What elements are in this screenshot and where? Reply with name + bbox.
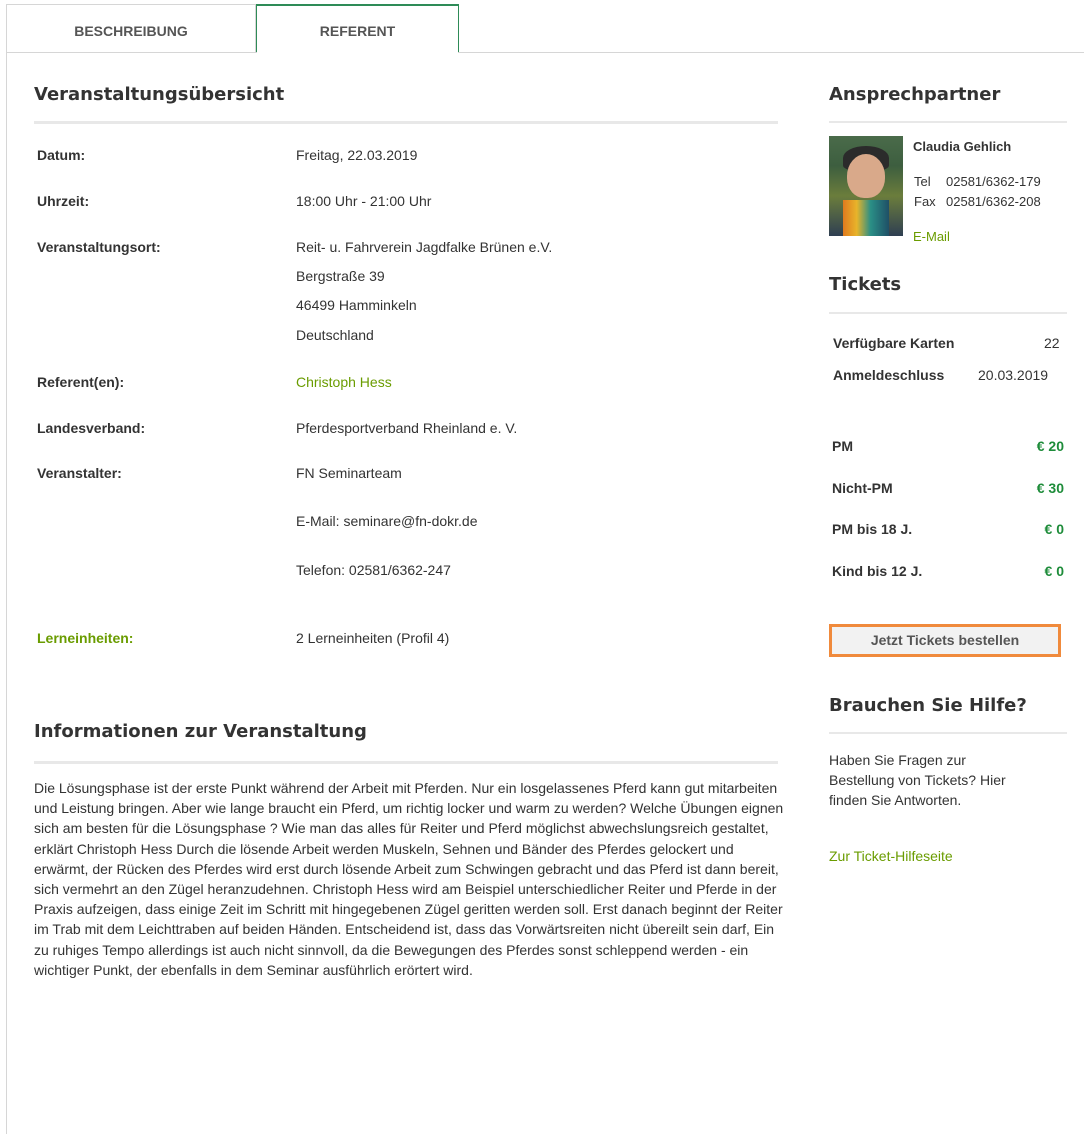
price-label: PM bis 18 J. <box>832 521 913 537</box>
price-label: PM <box>832 438 853 454</box>
association-value: Pferdesportverband Rheinland e. V. <box>296 420 518 436</box>
organizer-email: E-Mail: seminare@fn-dokr.de <box>296 513 478 529</box>
divider <box>34 121 778 124</box>
price-value: € 0 <box>1044 563 1064 579</box>
venue-line: Bergstraße 39 <box>296 268 385 284</box>
deadline-value: 20.03.2019 <box>978 367 1049 383</box>
price-value: € 20 <box>1036 438 1064 454</box>
contact-title: Ansprechpartner <box>829 84 1001 105</box>
contact-tel-label: Tel <box>914 174 931 189</box>
association-label: Landesverband: <box>37 420 146 436</box>
contact-tel: 02581/6362-179 <box>946 174 1041 189</box>
contact-email-link[interactable]: E-Mail <box>913 229 950 244</box>
speaker-link[interactable]: Christoph Hess <box>296 374 392 390</box>
divider <box>34 761 778 764</box>
info-title: Informationen zur Veranstaltung <box>34 721 367 742</box>
venue-line: Deutschland <box>296 327 374 343</box>
divider <box>829 312 1067 314</box>
price-label: Nicht-PM <box>832 480 893 496</box>
contact-fax: 02581/6362-208 <box>946 194 1041 209</box>
tab-referent[interactable]: REFERENT <box>256 4 459 53</box>
price-label: Kind bis 12 J. <box>832 563 923 579</box>
order-tickets-button[interactable]: Jetzt Tickets bestellen <box>829 624 1061 657</box>
tab-beschreibung[interactable]: BESCHREIBUNG <box>6 4 256 53</box>
venue-label: Veranstaltungsort: <box>37 239 161 255</box>
date-label: Datum: <box>37 147 86 163</box>
date-value: Freitag, 22.03.2019 <box>296 147 418 163</box>
contact-photo <box>829 136 903 236</box>
help-text: Haben Sie Fragen zur Bestellung von Tick… <box>829 752 1006 808</box>
venue-line: 46499 Hamminkeln <box>296 297 417 313</box>
organizer-phone: Telefon: 02581/6362-247 <box>296 562 451 578</box>
price-value: € 0 <box>1044 521 1064 537</box>
divider <box>829 121 1067 123</box>
help-title: Brauchen Sie Hilfe? <box>829 695 1027 716</box>
tickets-title: Tickets <box>829 274 902 295</box>
deadline-label: Anmeldeschluss <box>833 367 945 383</box>
learning-units-value: 2 Lerneinheiten (Profil 4) <box>296 630 450 646</box>
info-text: Die Lösungsphase ist der erste Punkt wäh… <box>34 780 784 978</box>
time-label: Uhrzeit: <box>37 193 90 209</box>
price-value: € 30 <box>1036 480 1064 496</box>
available-label: Verfügbare Karten <box>833 335 955 351</box>
speakers-label: Referent(en): <box>37 374 125 390</box>
organizer-label: Veranstalter: <box>37 465 122 481</box>
help-link[interactable]: Zur Ticket-Hilfeseite <box>829 848 953 864</box>
time-value: 18:00 Uhr - 21:00 Uhr <box>296 193 432 209</box>
venue-line: Reit- u. Fahrverein Jagdfalke Brünen e.V… <box>296 239 553 255</box>
contact-fax-label: Fax <box>914 194 936 209</box>
overview-title: Veranstaltungsübersicht <box>34 84 285 105</box>
learning-units-label: Lerneinheiten: <box>37 630 134 646</box>
contact-name: Claudia Gehlich <box>913 139 1012 154</box>
divider <box>829 732 1067 734</box>
available-value: 22 <box>1044 335 1060 351</box>
organizer-value: FN Seminarteam <box>296 465 402 481</box>
